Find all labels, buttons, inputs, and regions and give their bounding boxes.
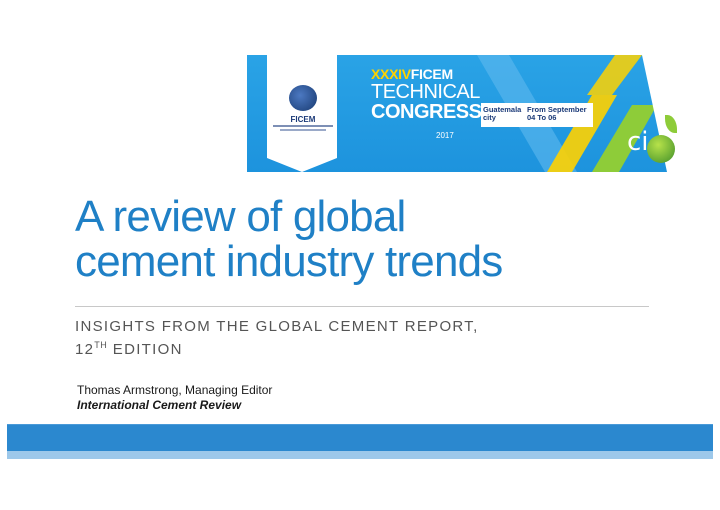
subtitle-line-1: INSIGHTS FROM THE GLOBAL CEMENT REPORT, (75, 318, 479, 335)
author-line: Thomas Armstrong, Managing Editor (77, 383, 273, 397)
congress-dates: From September 04 To 06 (527, 105, 587, 122)
subtitle-edition-number: 12 (75, 341, 95, 358)
slide-subtitle: INSIGHTS FROM THE GLOBAL CEMENT REPORT, … (75, 317, 635, 359)
earth-icon (647, 135, 675, 163)
congress-label: CONGRESS (371, 101, 482, 123)
congress-year: 2017 (436, 131, 454, 140)
subtitle-edition-suffix: TH (94, 340, 108, 350)
globe-icon (289, 85, 317, 111)
slide-title: A review of global cement industry trend… (75, 194, 695, 284)
title-divider (75, 306, 649, 307)
logo-caption-line (273, 125, 333, 127)
logo-caption-line (280, 129, 326, 131)
organization-line: International Cement Review (77, 398, 242, 412)
footer-band-accent (7, 451, 713, 459)
edition-number: XXXIV (371, 66, 411, 82)
footer-band (7, 424, 713, 452)
ficem-logo-text: FICEM (290, 115, 316, 124)
technical-label: TECHNICAL (371, 81, 480, 103)
congress-banner: FICEM XXXIVFICEM TECHNICAL CONGRESS 2017… (247, 55, 706, 172)
title-line-2: cement industry trends (75, 237, 503, 286)
edition-line: XXXIVFICEM (371, 67, 471, 82)
subtitle-edition-word: EDITION (107, 341, 183, 358)
ficem-logo-panel (267, 55, 337, 172)
title-line-1: A review of global (75, 192, 406, 241)
cio-logo-text: ci (627, 127, 649, 157)
congress-city: Guatemala city (483, 105, 522, 122)
congress-title: XXXIVFICEM TECHNICAL CONGRESS (371, 67, 482, 123)
edition-org: FICEM (410, 66, 453, 82)
